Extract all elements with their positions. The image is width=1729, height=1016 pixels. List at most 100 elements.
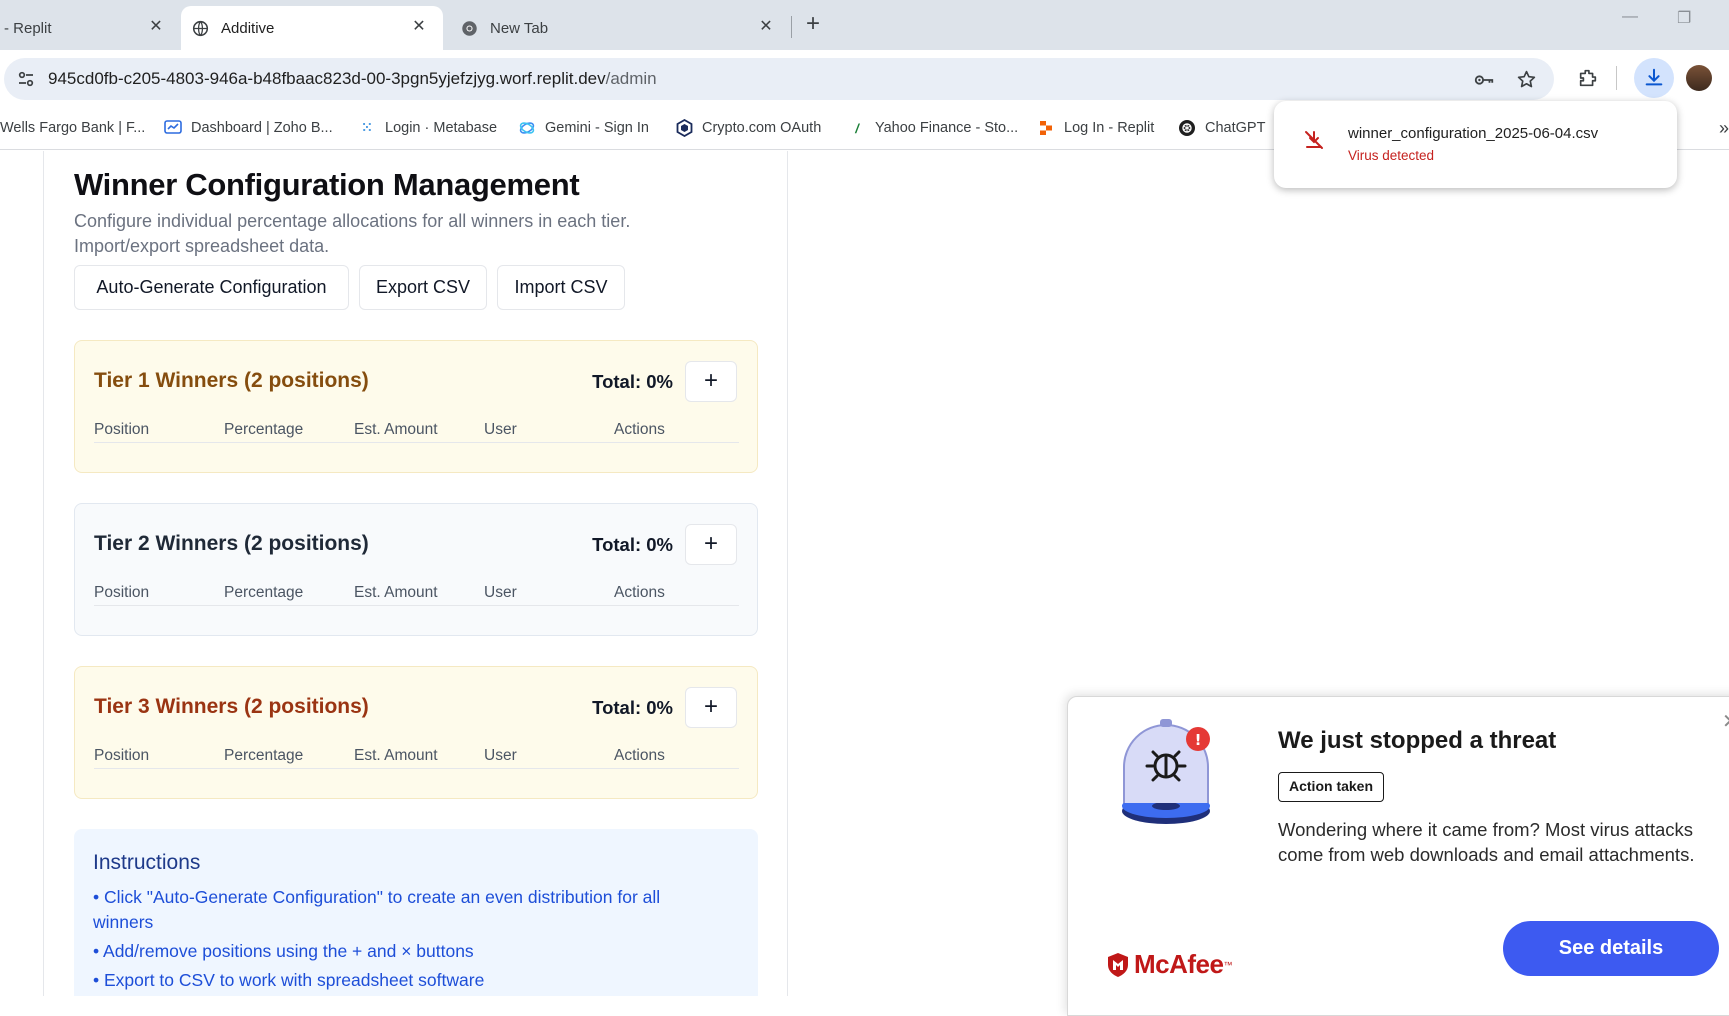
bookmark-metabase[interactable]: ⁙ Login · Metabase (358, 116, 498, 140)
bookmark-label: Wells Fargo Bank | F... (0, 120, 146, 136)
extensions-icon[interactable] (1574, 64, 1602, 92)
replit-icon (1037, 119, 1055, 137)
address-bar[interactable]: 945cd0fb-c205-4803-946a-b48fbaac823d-00-… (4, 58, 1554, 100)
tab-close-icon[interactable]: ✕ (409, 17, 429, 37)
close-icon[interactable]: ✕ (1722, 709, 1729, 734)
url-path: /admin (605, 69, 657, 88)
add-position-button[interactable]: + (685, 361, 737, 402)
tier-title: Tier 2 Winners (2 positions) (94, 532, 369, 555)
chatgpt-icon (1178, 119, 1196, 137)
site-settings-icon[interactable] (16, 69, 36, 89)
bookmark-label: Crypto.com OAuth (702, 120, 822, 136)
download-status: Virus detected (1348, 148, 1435, 163)
tier-total: Total: 0% (592, 534, 673, 555)
bookmark-replit[interactable]: Log In - Replit (1037, 116, 1154, 140)
tier-2-card: Tier 2 Winners (2 positions) Total: 0% +… (74, 503, 758, 636)
tab-close-icon[interactable]: ✕ (146, 17, 166, 37)
bookmark-gemini[interactable]: Gemini - Sign In (518, 116, 649, 140)
bookmarks-overflow-icon[interactable]: » (1719, 118, 1729, 139)
instruction-item: • Export to CSV to work with spreadsheet… (93, 970, 485, 990)
bookmark-label: ChatGPT (1205, 120, 1266, 136)
add-position-button[interactable]: + (685, 687, 737, 728)
url-text[interactable]: 945cd0fb-c205-4803-946a-b48fbaac823d-00-… (48, 69, 657, 89)
download-filename[interactable]: winner_configuration_2025-06-04.csv (1348, 125, 1598, 142)
column-actions: Actions (614, 747, 665, 764)
new-tab-button[interactable]: + (798, 10, 828, 40)
tier-3-card: Tier 3 Winners (2 positions) Total: 0% +… (74, 666, 758, 799)
column-user: User (484, 584, 517, 601)
tab-separator (791, 16, 792, 38)
download-bubble[interactable]: winner_configuration_2025-06-04.csv Viru… (1274, 101, 1677, 188)
column-est-amount: Est. Amount (354, 747, 438, 764)
admin-panel: Winner Configuration Management Configur… (43, 151, 788, 996)
column-position: Position (94, 584, 150, 601)
auto-generate-button[interactable]: Auto-Generate Configuration (74, 265, 349, 310)
export-csv-button[interactable]: Export CSV (359, 265, 487, 310)
metabase-icon: ⁙ (361, 120, 373, 135)
tab-title: - Replit (4, 19, 52, 37)
column-position: Position (94, 421, 150, 438)
tab-replit[interactable]: - Replit ✕ (0, 6, 180, 50)
tab-strip: - Replit ✕ Additive ✕ New Tab ✕ + — ❐ (0, 0, 1729, 50)
globe-icon (191, 19, 209, 37)
instruction-item: • Add/remove positions using the + and ×… (93, 941, 474, 961)
status-badge: Action taken (1278, 772, 1385, 802)
toolbar-separator (1616, 66, 1617, 90)
tier-1-card: Tier 1 Winners (2 positions) Total: 0% +… (74, 340, 758, 473)
tier-total: Total: 0% (592, 371, 673, 392)
column-actions: Actions (614, 584, 665, 601)
column-user: User (484, 747, 517, 764)
column-percentage: Percentage (224, 584, 304, 601)
brand-name: McAfee (1134, 949, 1224, 979)
tab-close-icon[interactable]: ✕ (756, 17, 776, 37)
restore-icon[interactable]: ❐ (1677, 8, 1691, 28)
mcafee-notification: ✕ ! We just stopped a threat Action take… (1067, 696, 1729, 1016)
tab-additive[interactable]: Additive ✕ (181, 6, 443, 50)
zoho-icon (164, 119, 182, 137)
crypto-icon (675, 119, 693, 137)
page-title: Winner Configuration Management (74, 167, 580, 202)
password-key-icon[interactable] (1473, 69, 1495, 91)
notification-title: We just stopped a threat (1278, 727, 1557, 754)
instruction-item: • Click "Auto-Generate Configuration" to… (93, 887, 661, 932)
chrome-icon (460, 19, 478, 37)
column-user: User (484, 421, 517, 438)
column-percentage: Percentage (224, 747, 304, 764)
table-header: Position Percentage Est. Amount User Act… (94, 584, 739, 606)
tab-title: Additive (221, 19, 275, 37)
column-est-amount: Est. Amount (354, 584, 438, 601)
instructions-list: • Click "Auto-Generate Configuration" to… (93, 885, 723, 996)
add-position-button[interactable]: + (685, 524, 737, 565)
threat-dome-icon: ! (1120, 715, 1230, 833)
bookmark-yahoo-finance[interactable]: / Yahoo Finance - Sto... (848, 116, 1018, 140)
tab-new-tab[interactable]: New Tab ✕ (450, 6, 790, 50)
browser-toolbar: 945cd0fb-c205-4803-946a-b48fbaac823d-00-… (0, 50, 1729, 108)
profile-avatar[interactable] (1685, 64, 1713, 92)
url-host: 945cd0fb-c205-4803-946a-b48fbaac823d-00-… (48, 69, 606, 88)
yahoo-icon: / (855, 120, 859, 136)
bookmark-crypto[interactable]: Crypto.com OAuth (675, 116, 821, 140)
page-description: Configure individual percentage allocati… (74, 211, 631, 256)
see-details-button[interactable]: See details (1503, 921, 1719, 976)
trademark: ™ (1223, 959, 1233, 970)
tier-title: Tier 1 Winners (2 positions) (94, 369, 369, 392)
bookmark-label: Gemini - Sign In (545, 120, 649, 136)
bookmark-label: Yahoo Finance - Sto... (875, 120, 1019, 136)
table-header: Position Percentage Est. Amount User Act… (94, 421, 739, 443)
tier-title: Tier 3 Winners (2 positions) (94, 695, 369, 718)
gemini-icon (518, 119, 536, 137)
mcafee-shield-icon (1108, 952, 1128, 977)
bookmark-zoho[interactable]: Dashboard | Zoho B... (164, 116, 333, 140)
bookmark-chatgpt[interactable]: ChatGPT (1178, 116, 1265, 140)
minimize-icon[interactable]: — (1622, 8, 1638, 26)
bookmark-label: Login · Metabase (385, 120, 498, 136)
column-est-amount: Est. Amount (354, 421, 438, 438)
table-header: Position Percentage Est. Amount User Act… (94, 747, 739, 769)
bookmark-star-icon[interactable] (1515, 69, 1537, 91)
import-csv-button[interactable]: Import CSV (497, 265, 625, 310)
bookmark-wells-fargo[interactable]: Wells Fargo Bank | F... (0, 116, 145, 140)
mcafee-logo: McAfee ™ (1106, 949, 1232, 980)
download-blocked-icon (1302, 128, 1326, 152)
notification-body: Wondering where it came from? Most virus… (1278, 819, 1695, 865)
download-icon[interactable] (1634, 58, 1674, 98)
